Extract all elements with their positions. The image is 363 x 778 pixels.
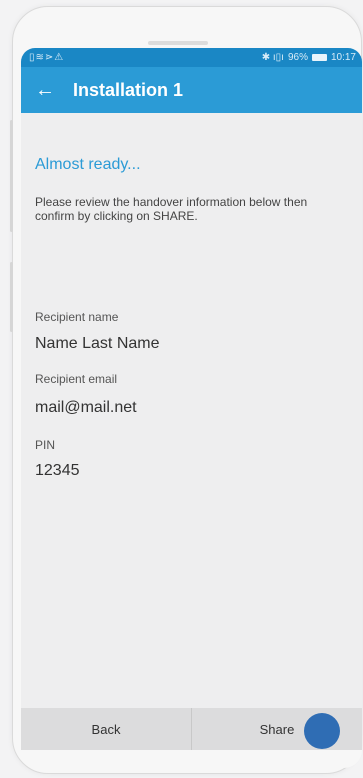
signal-icon: ✱ ı▯ı [261, 52, 284, 63]
battery-icon [311, 54, 327, 61]
recipient-name-label: Recipient name [35, 310, 119, 324]
pin-value: 12345 [35, 462, 80, 479]
recipient-email-value: mail@mail.net [35, 399, 137, 416]
status-icons-left: ▯≋⋗⚠ [29, 52, 65, 63]
app-screen: ▯≋⋗⚠ ✱ ı▯ı 96% 10:17 ← Installation 1 Al… [21, 48, 362, 750]
tap-indicator [304, 713, 340, 749]
speaker-grille [148, 41, 208, 45]
power-button [10, 262, 13, 332]
back-button[interactable]: Back [21, 708, 192, 750]
back-arrow-icon[interactable]: ← [25, 80, 65, 100]
phone-chin [21, 750, 362, 768]
recipient-email-label: Recipient email [35, 372, 118, 386]
clock: 10:17 [330, 52, 356, 63]
battery-percent: 96% [287, 52, 308, 63]
status-bar: ▯≋⋗⚠ ✱ ı▯ı 96% 10:17 [21, 48, 362, 67]
volume-button [10, 120, 13, 232]
instruction-text: Please review the handover information b… [35, 195, 308, 223]
status-icons-right: ✱ ı▯ı 96% 10:17 [262, 52, 356, 63]
section-heading: Almost ready... [35, 156, 141, 173]
recipient-name-value: Name Last Name [35, 335, 160, 352]
page-title: Installation 1 [73, 79, 184, 100]
app-bar: ← Installation 1 [21, 67, 362, 113]
pin-label: PIN [35, 438, 56, 452]
